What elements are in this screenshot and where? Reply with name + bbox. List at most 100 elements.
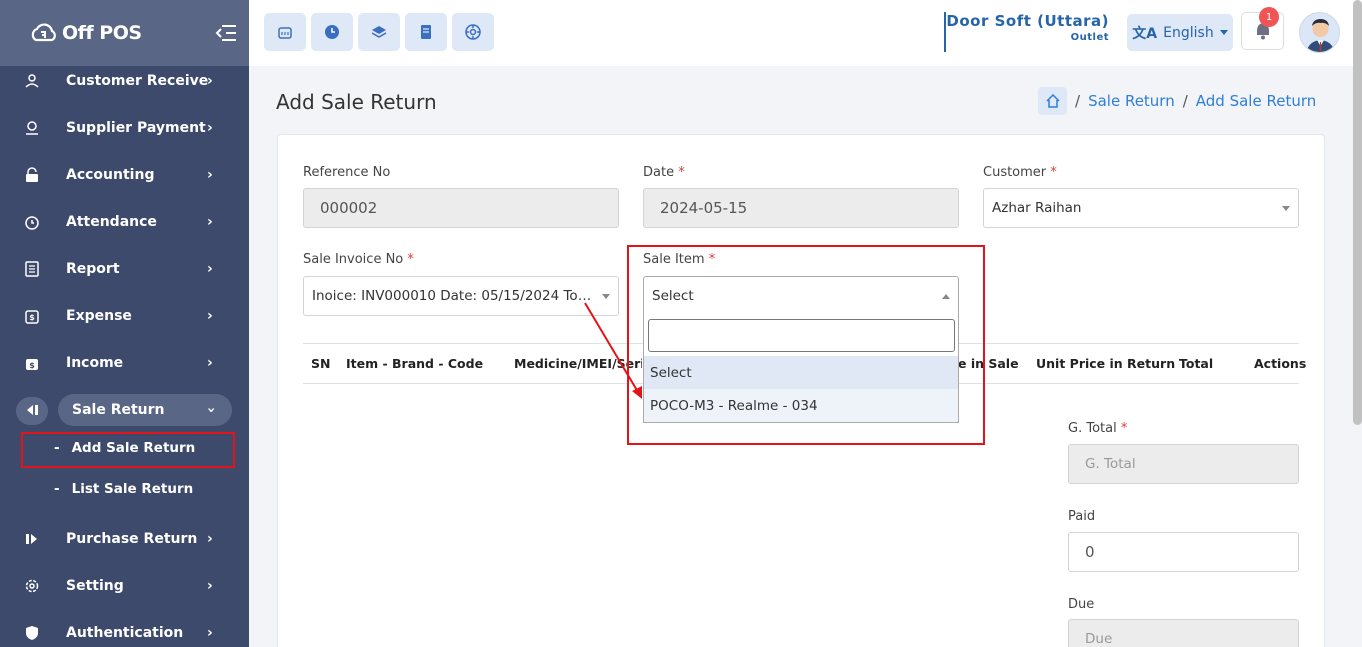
purchase-return-icon bbox=[22, 529, 42, 549]
page-scrollbar[interactable] bbox=[1353, 0, 1362, 425]
notification-badge: 1 bbox=[1259, 7, 1279, 27]
lock-icon bbox=[22, 165, 42, 185]
document-quick-button[interactable] bbox=[405, 13, 447, 51]
sidebar-item-label: Sale Return bbox=[72, 402, 165, 418]
dashboard-quick-button[interactable] bbox=[452, 13, 494, 51]
sidebar-subitem-add-sale-return[interactable]: - Add Sale Return bbox=[54, 440, 195, 456]
sidebar-header: Off POS bbox=[0, 0, 249, 66]
sidebar-item-income[interactable]: $ Income › bbox=[0, 346, 249, 380]
shield-icon bbox=[22, 623, 42, 643]
dashboard-icon bbox=[465, 24, 481, 40]
sidebar-item-label: Attendance bbox=[66, 214, 157, 230]
breadcrumb-separator: / bbox=[1075, 92, 1081, 110]
chevron-right-icon: › bbox=[207, 308, 213, 324]
dropdown-option-select[interactable]: Select bbox=[644, 356, 958, 389]
sidebar-item-setting[interactable]: Setting › bbox=[0, 569, 249, 603]
paid-label: Paid bbox=[1068, 509, 1096, 524]
language-label: English bbox=[1163, 24, 1214, 41]
sidebar-item-label: Expense bbox=[66, 308, 132, 324]
reference-no-label: Reference No bbox=[303, 165, 391, 180]
sidebar-item-label: Income bbox=[66, 355, 124, 371]
chevron-right-icon: › bbox=[207, 531, 213, 547]
page-title: Add Sale Return bbox=[276, 90, 437, 114]
clock-quick-button[interactable] bbox=[311, 13, 353, 51]
supplier-payment-icon bbox=[22, 118, 42, 138]
sale-item-selected-value: Select bbox=[652, 288, 694, 304]
language-dropdown[interactable]: 文A English bbox=[1127, 14, 1233, 51]
logo-icon bbox=[31, 23, 56, 42]
document-icon bbox=[421, 25, 431, 39]
sidebar-item-label: Authentication bbox=[66, 625, 184, 641]
breadcrumb: / Sale Return / Add Sale Return bbox=[1038, 87, 1316, 115]
paid-field[interactable]: 0 bbox=[1068, 532, 1299, 572]
sale-item-label: Sale Item * bbox=[643, 252, 716, 267]
column-header-total: Total bbox=[1179, 356, 1214, 371]
basket-icon bbox=[278, 27, 292, 39]
date-field[interactable]: 2024-05-15 bbox=[643, 188, 959, 228]
sidebar-item-expense[interactable]: $ Expense › bbox=[0, 299, 249, 333]
home-icon[interactable] bbox=[1038, 87, 1067, 115]
breadcrumb-sale-return[interactable]: Sale Return bbox=[1088, 92, 1175, 110]
caret-down-icon bbox=[1219, 30, 1228, 35]
layers-icon bbox=[371, 26, 387, 38]
customer-select[interactable]: Azhar Raihan bbox=[983, 188, 1299, 228]
sidebar-item-label: Purchase Return bbox=[66, 531, 198, 547]
sidebar-item-accounting[interactable]: Accounting › bbox=[0, 158, 249, 192]
breadcrumb-separator: / bbox=[1182, 92, 1188, 110]
g-total-label: G. Total * bbox=[1068, 421, 1128, 436]
dropdown-option-poco-m3[interactable]: POCO-M3 - Realme - 034 bbox=[644, 389, 958, 422]
chevron-right-icon: › bbox=[207, 261, 213, 277]
sale-return-icon bbox=[22, 400, 42, 420]
chevron-right-icon: › bbox=[207, 625, 213, 641]
g-total-field[interactable]: G. Total bbox=[1068, 444, 1299, 484]
sidebar-subitem-label: List Sale Return bbox=[71, 481, 194, 497]
svg-text:$: $ bbox=[29, 361, 35, 370]
sidebar-item-label: Supplier Payment bbox=[66, 120, 206, 136]
layers-quick-button[interactable] bbox=[358, 13, 400, 51]
customer-label: Customer * bbox=[983, 165, 1057, 180]
sale-invoice-select[interactable]: Inoice: INV000010 Date: 05/15/2024 Total… bbox=[303, 276, 619, 316]
report-icon bbox=[22, 259, 42, 279]
dash-icon: - bbox=[54, 481, 60, 497]
caret-down-icon bbox=[1282, 206, 1290, 211]
pos-quick-button[interactable] bbox=[264, 13, 306, 51]
sidebar-collapse-icon[interactable] bbox=[215, 22, 237, 44]
chevron-down-icon: › bbox=[202, 407, 219, 413]
outlet-type: Outlet bbox=[1070, 32, 1109, 43]
sale-item-select[interactable]: Select bbox=[643, 276, 959, 316]
sidebar-item-sale-return[interactable]: Sale Return › bbox=[0, 393, 249, 427]
sidebar-item-attendance[interactable]: Attendance › bbox=[0, 205, 249, 239]
sidebar-subitem-list-sale-return[interactable]: - List Sale Return bbox=[54, 481, 193, 497]
chevron-right-icon: › bbox=[207, 120, 213, 136]
invoice-selected-value: Inoice: INV000010 Date: 05/15/2024 Total… bbox=[312, 288, 596, 304]
sidebar-item-report[interactable]: Report › bbox=[0, 252, 249, 286]
top-bar: Door Soft (Uttara) Outlet 文A English 1 bbox=[249, 0, 1362, 66]
sidebar-item-label: Setting bbox=[66, 578, 124, 594]
sidebar-item-customer-receive[interactable]: Customer Receive › bbox=[0, 64, 249, 98]
outlet-name: Door Soft (Uttara) bbox=[946, 12, 1109, 30]
column-header-qty-sale: e in Sale bbox=[958, 356, 1019, 371]
column-header-item: Item - Brand - Code bbox=[346, 356, 484, 371]
sale-invoice-label: Sale Invoice No * bbox=[303, 252, 414, 267]
due-field[interactable]: Due bbox=[1068, 619, 1299, 647]
outlet-info[interactable]: Door Soft (Uttara) Outlet bbox=[944, 12, 1109, 52]
reference-no-field[interactable]: 000002 bbox=[303, 188, 619, 228]
breadcrumb-add-sale-return: Add Sale Return bbox=[1195, 92, 1317, 110]
column-header-imei: Medicine/IMEI/Serial bbox=[514, 356, 642, 371]
sidebar-item-purchase-return[interactable]: Purchase Return › bbox=[0, 522, 249, 556]
dropdown-search-input[interactable] bbox=[648, 319, 955, 352]
sidebar-item-supplier-payment[interactable]: Supplier Payment › bbox=[0, 111, 249, 145]
column-header-unit-price-return: Unit Price in Return bbox=[1036, 356, 1176, 371]
sale-item-dropdown: Select POCO-M3 - Realme - 034 bbox=[643, 314, 959, 423]
sidebar-item-label: Customer Receive bbox=[66, 73, 209, 89]
chevron-right-icon: › bbox=[207, 73, 213, 89]
app-logo[interactable]: Off POS bbox=[30, 22, 142, 44]
customer-selected-value: Azhar Raihan bbox=[992, 200, 1082, 216]
clock-icon bbox=[22, 212, 42, 232]
income-icon: $ bbox=[22, 353, 42, 373]
gear-icon bbox=[22, 576, 42, 596]
user-avatar[interactable] bbox=[1299, 12, 1340, 53]
translate-icon: 文A bbox=[1132, 25, 1158, 42]
sidebar-item-label: Accounting bbox=[66, 167, 155, 183]
sidebar-item-authentication[interactable]: Authentication › bbox=[0, 616, 249, 647]
